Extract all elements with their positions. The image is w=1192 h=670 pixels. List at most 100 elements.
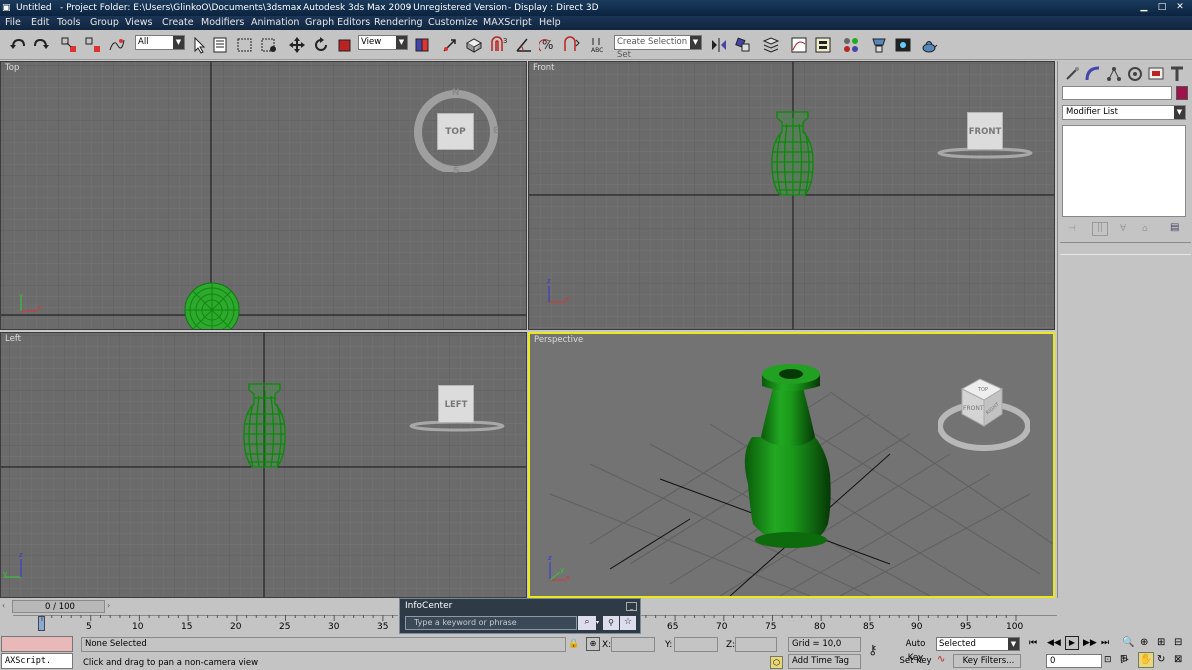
previous-frame-icon[interactable]: ◀◀ xyxy=(1047,638,1061,648)
communication-center-icon[interactable]: ⚲ xyxy=(603,616,619,630)
material-editor-icon[interactable] xyxy=(841,35,861,55)
rectangular-selection-icon[interactable] xyxy=(235,35,255,55)
x-coord-field[interactable] xyxy=(611,637,655,652)
reference-coordinate-dropdown[interactable]: View ▼ xyxy=(358,35,408,50)
scroll-left-icon[interactable]: ‹ xyxy=(2,601,12,613)
display-tab-icon[interactable] xyxy=(1147,65,1165,83)
redo-icon[interactable] xyxy=(31,35,51,55)
zoom-extents-all-icon[interactable]: ⊟ xyxy=(1174,637,1182,648)
set-key-button[interactable]: Set Key xyxy=(897,654,934,668)
render-setup-icon[interactable] xyxy=(869,35,889,55)
current-frame-field[interactable]: 0 xyxy=(1046,654,1102,668)
select-object-icon[interactable] xyxy=(189,35,209,55)
key-mode-toggle-icon[interactable]: ⊡ xyxy=(1104,655,1112,665)
menu-group[interactable]: Group xyxy=(90,16,119,30)
snaps-toggle-icon[interactable]: 3 xyxy=(490,35,510,55)
rendered-frame-window-icon[interactable] xyxy=(893,35,913,55)
select-by-name-icon[interactable] xyxy=(211,35,231,55)
minimize-icon[interactable]: ▁ xyxy=(1138,2,1150,13)
unlink-icon[interactable] xyxy=(83,35,103,55)
remove-modifier-icon[interactable]: ⌂ xyxy=(1142,224,1148,234)
key-mode-dropdown[interactable]: Selected ▼ xyxy=(936,637,1020,651)
arc-rotate-icon[interactable]: ↻ xyxy=(1157,654,1165,665)
time-slider[interactable]: 0 / 100 xyxy=(12,600,105,613)
viewport-label-perspective[interactable]: Perspective xyxy=(534,335,583,345)
viewcube-face-front[interactable]: FRONT xyxy=(967,112,1003,150)
menu-edit[interactable]: Edit xyxy=(31,16,49,30)
play-icon[interactable]: ▶ xyxy=(1065,636,1079,650)
modifier-list-dropdown[interactable]: Modifier List ▼ xyxy=(1062,105,1186,120)
render-production-icon[interactable] xyxy=(919,35,939,55)
spinner-snap-icon[interactable] xyxy=(562,35,582,55)
menu-views[interactable]: Views xyxy=(125,16,153,30)
zoom-extents-icon[interactable]: ⊞ xyxy=(1157,637,1165,648)
menu-animation[interactable]: Animation xyxy=(251,16,299,30)
viewport-top[interactable]: Top N S E TOP y x xyxy=(0,61,527,330)
select-and-rotate-icon[interactable] xyxy=(311,35,331,55)
bottle-top-view[interactable] xyxy=(184,282,240,330)
pin-stack-icon[interactable]: ⊣ xyxy=(1068,224,1076,234)
viewcube-face-left[interactable]: LEFT xyxy=(438,385,474,423)
configure-modifier-sets-icon[interactable]: ▤ xyxy=(1170,222,1179,233)
select-and-move-icon[interactable] xyxy=(287,35,307,55)
zoom-all-icon[interactable]: ⊕ xyxy=(1140,637,1148,648)
undo-icon[interactable] xyxy=(8,35,28,55)
viewport-label-left[interactable]: Left xyxy=(5,334,21,344)
menu-graph-editors[interactable]: Graph Editors xyxy=(305,16,370,30)
bottle-perspective[interactable] xyxy=(744,364,831,548)
percent-snap-icon[interactable]: % xyxy=(538,35,558,55)
named-selection-dropdown[interactable]: Create Selection Set ▼ xyxy=(614,35,702,60)
utilities-tab-icon[interactable] xyxy=(1168,65,1186,83)
favorites-star-icon[interactable]: ☆ xyxy=(620,616,636,630)
selection-lock-icon[interactable]: 🔒 xyxy=(568,639,579,651)
y-coord-field[interactable] xyxy=(674,637,718,652)
chevron-down-icon[interactable]: ▾ xyxy=(596,616,602,630)
hierarchy-tab-icon[interactable] xyxy=(1105,65,1123,83)
viewcube-front[interactable]: FRONT xyxy=(937,112,1033,160)
viewport-left[interactable]: Left LEFT z y xyxy=(0,332,527,598)
modify-tab-icon[interactable] xyxy=(1084,65,1102,83)
viewcube-perspective[interactable]: TOP FRONT RIGHT xyxy=(938,374,1030,454)
go-to-end-icon[interactable]: ⏭ xyxy=(1101,638,1109,648)
menu-tools[interactable]: Tools xyxy=(57,16,80,30)
bind-space-warp-icon[interactable] xyxy=(107,35,127,55)
menu-help[interactable]: Help xyxy=(539,16,561,30)
menu-file[interactable]: File xyxy=(5,16,21,30)
mirror-icon[interactable] xyxy=(709,35,729,55)
maxscript-listener-pink[interactable] xyxy=(1,636,73,652)
viewcube-face-top[interactable]: TOP xyxy=(977,387,988,393)
maxscript-mini-listener[interactable]: AXScript. xyxy=(1,653,73,669)
scroll-right-icon[interactable]: › xyxy=(107,601,117,613)
auto-key-button[interactable]: Auto Key xyxy=(897,637,934,663)
select-and-link-icon[interactable] xyxy=(59,35,79,55)
modifier-stack[interactable] xyxy=(1062,125,1186,217)
z-coord-field[interactable] xyxy=(735,637,777,652)
close-icon[interactable]: ✕ xyxy=(1174,2,1186,13)
key-filters-button[interactable]: Key Filters... xyxy=(953,654,1021,668)
layer-manager-icon[interactable] xyxy=(761,35,781,55)
viewport-label-front[interactable]: Front xyxy=(533,63,555,73)
menu-maxscript[interactable]: MAXScript xyxy=(483,16,532,30)
menu-modifiers[interactable]: Modifiers xyxy=(201,16,244,30)
pan-view-hand-icon[interactable]: ✋ xyxy=(1138,652,1154,668)
viewcube-face-top[interactable]: TOP xyxy=(437,113,474,150)
menu-customize[interactable]: Customize xyxy=(428,16,478,30)
selection-filter-dropdown[interactable]: All ▼ xyxy=(135,35,185,50)
go-to-start-icon[interactable]: ⏮ xyxy=(1029,638,1037,648)
object-name-field[interactable] xyxy=(1062,86,1172,100)
pivot-center-icon[interactable] xyxy=(412,35,432,55)
set-keys-key-icon[interactable]: ⚷ xyxy=(868,643,888,659)
key-curve-icon[interactable]: ∿ xyxy=(937,654,951,668)
curve-editor-icon[interactable] xyxy=(789,35,809,55)
minimize-icon[interactable]: _ xyxy=(626,602,637,611)
show-end-result-icon[interactable]: || xyxy=(1092,222,1108,236)
time-tag-icon[interactable]: ⬡ xyxy=(770,656,783,669)
search-icon[interactable]: ⌕ xyxy=(578,616,596,630)
field-of-view-icon[interactable]: ▷ xyxy=(1121,654,1129,665)
viewcube-top[interactable]: N S E TOP xyxy=(413,88,499,176)
window-crossing-icon[interactable] xyxy=(259,35,279,55)
menu-create[interactable]: Create xyxy=(162,16,194,30)
viewcube-left[interactable]: LEFT xyxy=(409,385,505,433)
viewport-front[interactable]: Front FRONT z x xyxy=(528,61,1055,330)
menu-rendering[interactable]: Rendering xyxy=(374,16,423,30)
